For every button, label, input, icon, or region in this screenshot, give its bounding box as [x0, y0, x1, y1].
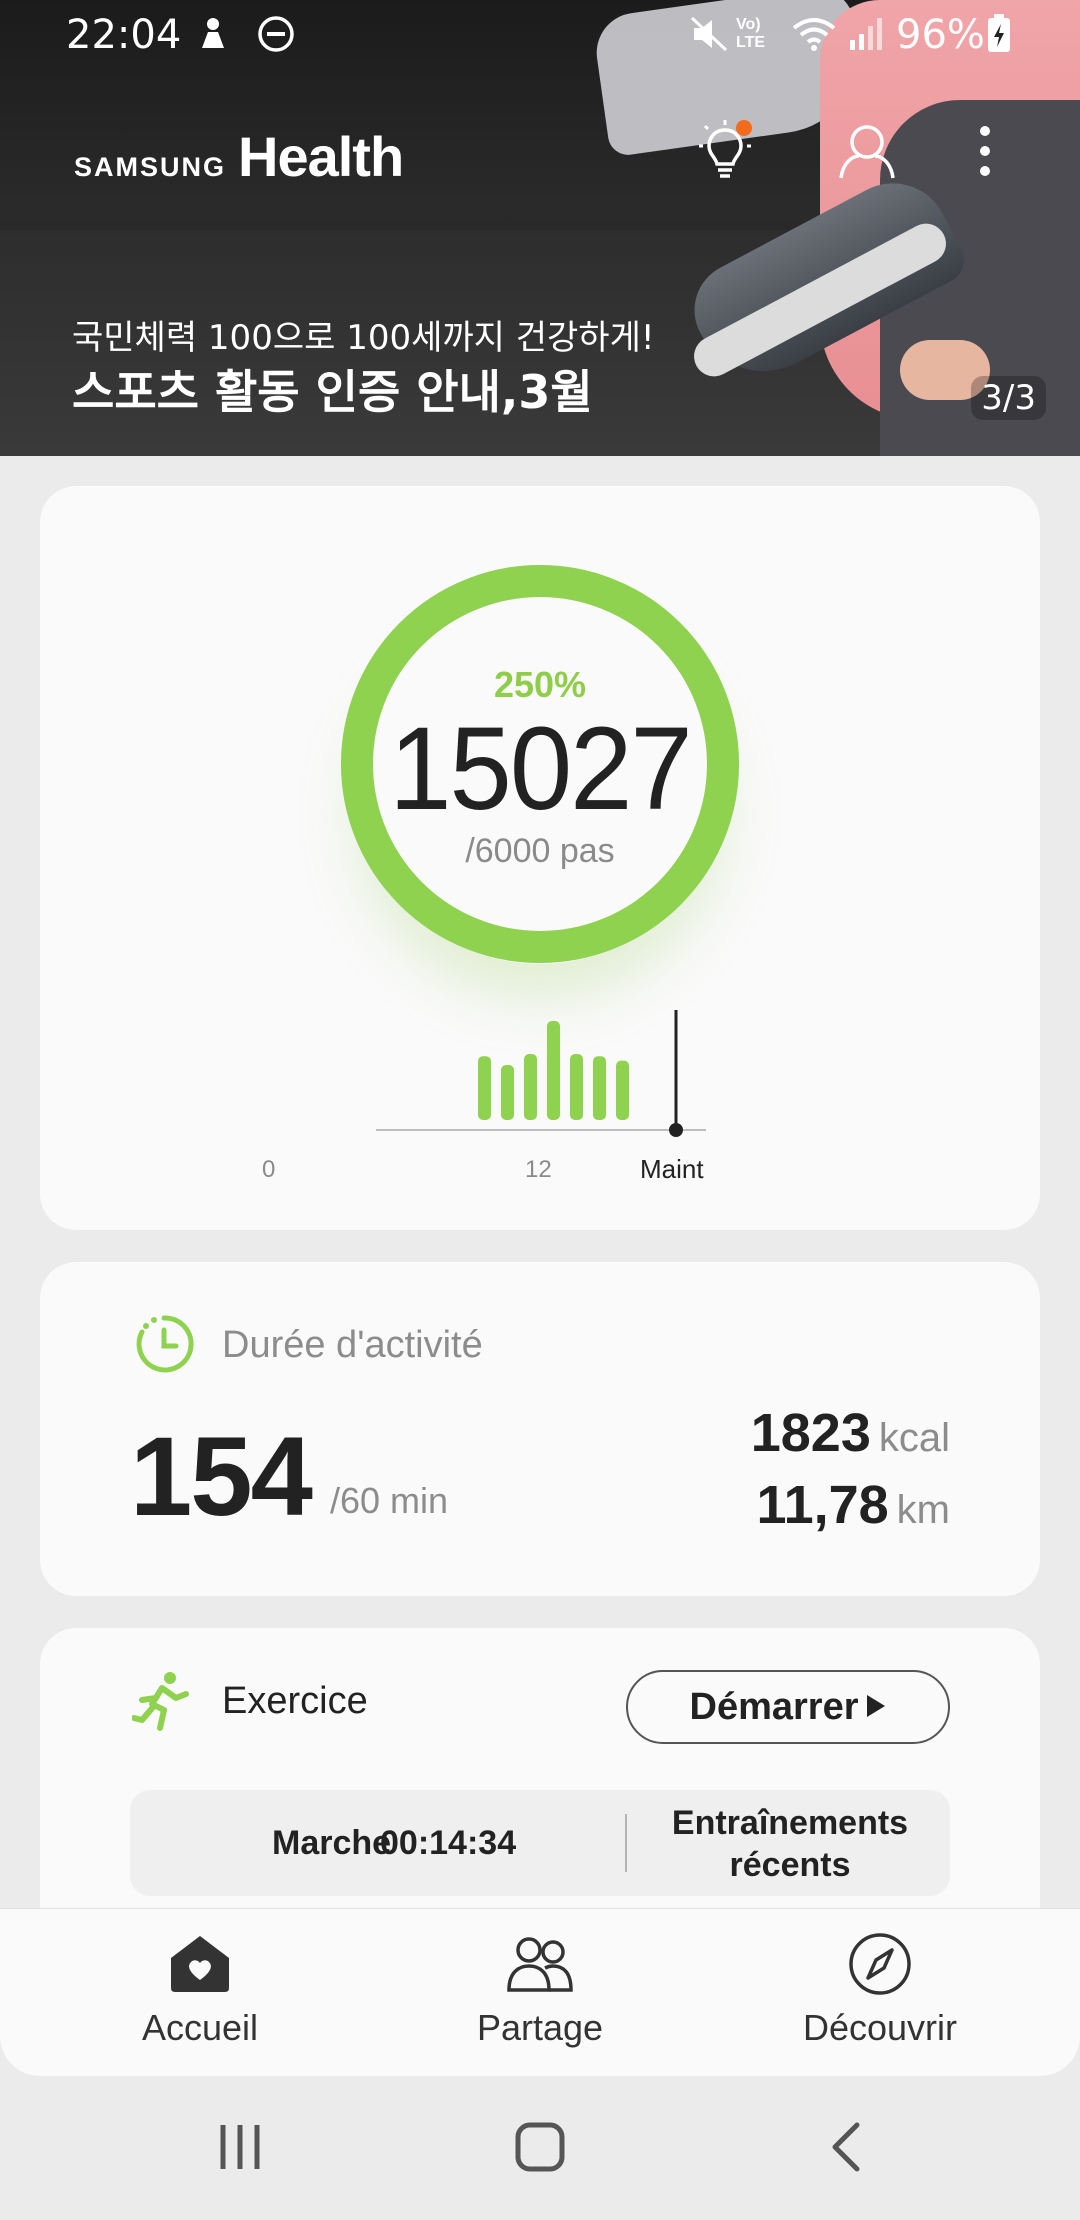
hourly-steps-bar	[593, 1056, 606, 1120]
activity-goal: /60 min	[330, 1480, 449, 1521]
steps-goal: /6000 pas	[465, 832, 615, 870]
banner-title: 스포츠 활동 인증 안내,3월	[72, 365, 593, 419]
home-button[interactable]	[500, 2114, 580, 2184]
hourly-steps-chart	[376, 1010, 706, 1137]
nav-share-label: Partage	[476, 2007, 604, 2048]
steps-ring: 250% 15027 /6000 pas	[340, 564, 740, 964]
steps-count: 15027	[389, 702, 692, 835]
wifi-icon	[790, 14, 838, 63]
more-vertical-icon	[978, 124, 992, 183]
activity-distance: 11,78 km	[757, 1474, 950, 1536]
back-button[interactable]	[806, 2114, 886, 2184]
status-bar: 22:04 Vo) LTE 96%	[0, 0, 1080, 72]
chart-tick-start: 0	[262, 1156, 276, 1183]
notification-dot	[736, 120, 752, 136]
banner-page-indicator: 3/3	[971, 376, 1046, 420]
hourly-steps-bar	[570, 1054, 583, 1120]
hourly-steps-bar	[524, 1054, 537, 1120]
people-icon	[505, 1929, 575, 1999]
start-label: Démarrer	[689, 1685, 859, 1728]
home-square-icon	[515, 2122, 565, 2177]
start-exercise-button[interactable]: Démarrer	[626, 1670, 950, 1744]
app-logo: SAMSUNG Health	[74, 124, 404, 189]
exercise-card[interactable]: Exercice Démarrer Marche 00:14:34 Entraî…	[40, 1628, 1040, 1928]
activity-title: Durée d'activité	[222, 1324, 483, 1366]
banner-subtitle: 국민체력 100으로 100세까지 건강하게!	[72, 318, 655, 358]
distance-value: 11,78	[756, 1475, 889, 1535]
chart-tick-mid: 12	[525, 1156, 552, 1183]
play-icon	[865, 1686, 887, 1729]
battery-percent: 96%	[896, 12, 985, 58]
activity-timer-icon	[132, 1312, 196, 1376]
signal-icon	[846, 14, 886, 63]
recent-workouts-link[interactable]: Entraînements récents	[640, 1802, 940, 1886]
recent-workout-name: Marche	[272, 1824, 392, 1862]
compass-icon	[845, 1929, 915, 1999]
distance-unit: km	[896, 1488, 950, 1532]
header-banner[interactable]: 22:04 Vo) LTE 96% SAMSUNG Health 국민체력 10…	[0, 0, 1080, 456]
row-divider	[625, 1814, 627, 1872]
nav-share[interactable]: Partage	[420, 1929, 660, 2049]
chart-tick-now: Maint	[640, 1154, 704, 1184]
brand-health: Health	[238, 125, 404, 188]
hourly-steps-bar	[616, 1060, 629, 1120]
activity-card[interactable]: Durée d'activité 154 /60 min 1823 kcal 11…	[40, 1262, 1040, 1596]
nav-discover[interactable]: Découvrir	[760, 1929, 1000, 2049]
activity-minutes: 154	[130, 1414, 313, 1539]
do-not-disturb-icon	[256, 14, 296, 63]
back-chevron-icon	[831, 2122, 861, 2177]
steps-percent: 250%	[493, 664, 587, 705]
nav-home[interactable]: Accueil	[80, 1929, 320, 2049]
more-options-button[interactable]	[950, 118, 1020, 188]
calories-value: 1823	[750, 1403, 871, 1463]
recent-workout-duration: 00:14:34	[380, 1824, 517, 1862]
exercise-title: Exercice	[222, 1680, 368, 1722]
nav-home-label: Accueil	[141, 2007, 259, 2048]
profile-icon	[837, 120, 897, 187]
hourly-steps-bar	[478, 1056, 491, 1120]
home-heart-icon	[165, 1929, 235, 1999]
steps-card[interactable]: 250% 15027 /6000 pas 0 12 Maint	[40, 486, 1040, 1230]
battery-charging-icon	[986, 14, 1012, 63]
bottom-navigation: Accueil Partage Découvrir	[0, 1908, 1080, 2076]
running-icon	[131, 1670, 192, 1734]
tips-button[interactable]	[690, 118, 760, 188]
recent-workout-row[interactable]: Marche 00:14:34 Entraînements récents	[130, 1790, 950, 1896]
nav-discover-label: Découvrir	[802, 2007, 958, 2048]
status-time: 22:04	[66, 12, 182, 58]
recent-apps-button[interactable]	[200, 2114, 280, 2184]
calories-unit: kcal	[878, 1416, 950, 1460]
system-navigation-bar	[0, 2076, 1080, 2220]
brand-samsung: SAMSUNG	[74, 152, 227, 182]
recent-apps-icon	[217, 2123, 263, 2176]
now-marker-dot	[669, 1123, 683, 1137]
volte-icon: Vo) LTE	[736, 16, 766, 51]
mute-icon	[688, 14, 732, 63]
notification-icon	[196, 14, 230, 63]
activity-calories: 1823 kcal	[751, 1402, 950, 1464]
hourly-steps-bar	[547, 1021, 560, 1120]
profile-button[interactable]	[832, 118, 902, 188]
hourly-steps-bar	[501, 1065, 514, 1120]
